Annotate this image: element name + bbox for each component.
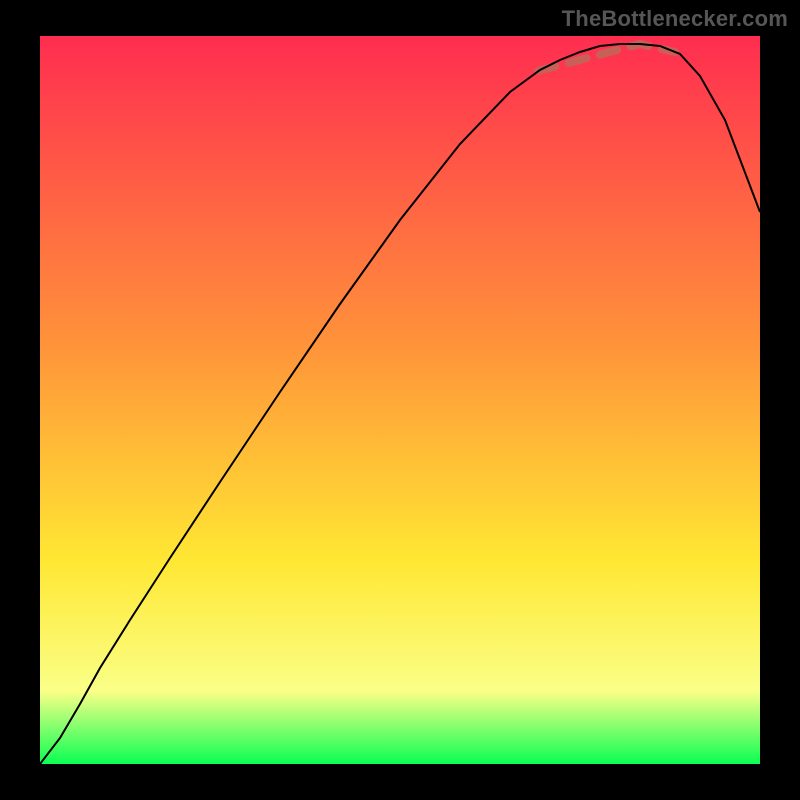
chart-canvas: TheBottlenecker.com <box>0 0 800 800</box>
watermark-text: TheBottlenecker.com <box>562 6 788 32</box>
chart-svg <box>40 36 760 764</box>
plot-area <box>40 36 760 764</box>
gradient-background <box>40 36 760 764</box>
